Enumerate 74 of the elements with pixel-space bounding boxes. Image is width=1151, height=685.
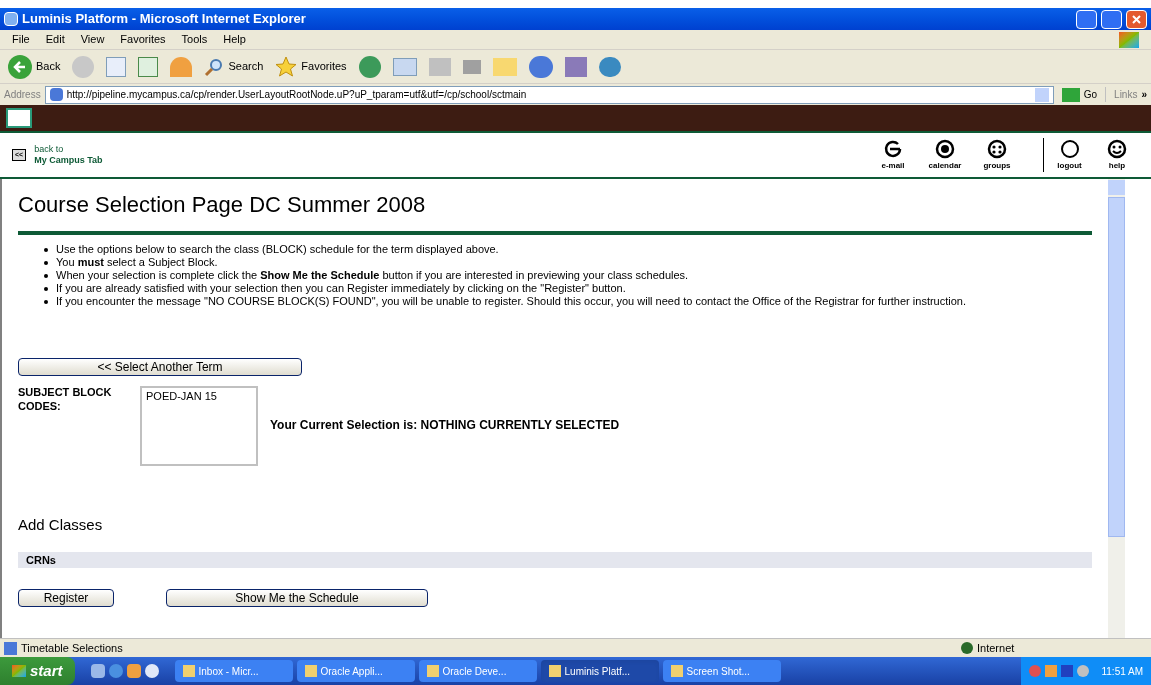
add-classes-heading: Add Classes — [18, 514, 104, 535]
portal-icon-label[interactable]: e-mail — [881, 160, 905, 172]
scrollbar-thumb[interactable] — [1108, 197, 1125, 537]
search-button[interactable]: Search — [204, 56, 264, 77]
start-button[interactable]: start — [0, 657, 75, 685]
portal-icon-label[interactable]: calendar — [928, 160, 962, 172]
instruction-text: If you encounter the message "NO COURSE BLOCK(S) FOUND", you will be unable to register. Should this occur, you will need to contact the Office of the Registrar for further instruction. — [56, 294, 967, 308]
menu-item[interactable]: Help — [223, 31, 246, 48]
status-text: Timetable Selections — [21, 640, 124, 656]
app-icon — [304, 665, 317, 677]
portal-icon-label[interactable]: help — [1108, 160, 1126, 172]
portal-icon-label[interactable]: groups — [983, 160, 1011, 172]
taskbar-button[interactable]: Screen Shot... — [662, 660, 781, 682]
taskbar-button[interactable]: Oracle Appli... — [296, 660, 415, 682]
clock-text: 11:51 AM — [1101, 664, 1143, 679]
bullet-icon — [44, 247, 48, 252]
subject-option[interactable]: POED-JAN 15 — [142, 387, 256, 405]
form-button[interactable]: Show Me the Schedule — [166, 589, 428, 608]
go-button[interactable]: Go — [1057, 87, 1102, 102]
close-icon — [1132, 14, 1141, 24]
menu-item[interactable]: Favorites — [120, 31, 166, 48]
form-button[interactable]: Register — [18, 589, 114, 608]
address-field[interactable]: http://pipeline.mycampus.ca/cp/render.UserLayoutRootNode.uP?uP_tparam=utf&utf=/cp/school/sctmain — [44, 85, 1054, 104]
back-button[interactable]: Back — [8, 54, 61, 79]
help-icon[interactable] — [1106, 138, 1128, 160]
star-icon — [275, 55, 298, 78]
close-button[interactable] — [1126, 9, 1147, 29]
page-title: Course Selection Page DC Summer 2008 — [18, 191, 1092, 235]
portal-icon-label[interactable]: logout — [1057, 160, 1082, 172]
quick-launch-icon[interactable] — [126, 664, 141, 678]
select-another-term-button[interactable]: << Select Another Term — [18, 357, 302, 376]
instruction-text: You must select a Subject Block. — [56, 255, 218, 269]
more-chevron[interactable]: » — [1141, 87, 1147, 102]
taskbar-button[interactable]: Inbox - Micr... — [174, 660, 293, 682]
menu-item[interactable]: Edit — [45, 31, 65, 48]
my-campus-tab-link[interactable]: My Campus Tab — [34, 155, 103, 167]
tray-icon[interactable] — [1061, 665, 1074, 677]
tray-icon[interactable] — [1077, 665, 1090, 677]
tray-icon[interactable] — [1045, 665, 1058, 677]
address-label: Address — [4, 88, 41, 102]
back-to-label: back to — [34, 143, 65, 155]
app-icon — [426, 665, 439, 677]
instruction-text: When your selection is complete click the Show Me the Schedule button if you are interested in previewing your class schedules. — [56, 268, 689, 282]
email-icon[interactable] — [882, 138, 904, 160]
restore-button[interactable] — [1101, 9, 1122, 29]
menu-item[interactable]: Tools — [181, 31, 208, 48]
menu-item[interactable]: View — [80, 31, 105, 48]
favorites-button[interactable]: Favorites — [275, 55, 347, 78]
app-icon — [548, 665, 561, 677]
instruction-text: If you are already satisfied with your selection then you can Register immediately by clicking on the "Register" button. — [56, 281, 626, 295]
instruction-text: Use the options below to search the class (BLOCK) schedule for the term displayed above. — [56, 242, 499, 256]
quick-launch-icon[interactable] — [144, 664, 159, 678]
current-selection-text: Your Current Selection is: NOTHING CURRENTLY SELECTED — [270, 416, 620, 434]
bullet-icon — [44, 260, 48, 265]
subject-block-codes-label: SUBJECT BLOCK CODES: — [18, 385, 113, 414]
taskbar-button[interactable]: Luminis Platf... — [540, 660, 659, 682]
crns-bar: CRNs — [18, 552, 1092, 569]
app-icon — [182, 665, 195, 677]
scrollbar[interactable] — [1108, 179, 1125, 638]
subject-listbox[interactable]: POED-JAN 15 — [140, 385, 258, 466]
app-icon — [670, 665, 683, 677]
zone-text: Internet — [977, 640, 1016, 656]
logout-icon[interactable] — [1058, 138, 1081, 160]
groups-icon[interactable] — [986, 138, 1008, 160]
minimize-button[interactable] — [1076, 9, 1097, 29]
calendar-icon[interactable] — [934, 138, 956, 160]
quick-launch-icon[interactable] — [90, 664, 105, 678]
search-icon — [204, 56, 225, 77]
taskbar-button[interactable]: Oracle Deve... — [418, 660, 537, 682]
bullet-icon — [44, 286, 48, 291]
bullet-icon — [44, 273, 48, 278]
bullet-icon — [44, 299, 48, 304]
menu-item[interactable]: File — [12, 31, 30, 48]
window-title: Luminis Platform - Microsoft Internet Explorer — [22, 10, 307, 29]
